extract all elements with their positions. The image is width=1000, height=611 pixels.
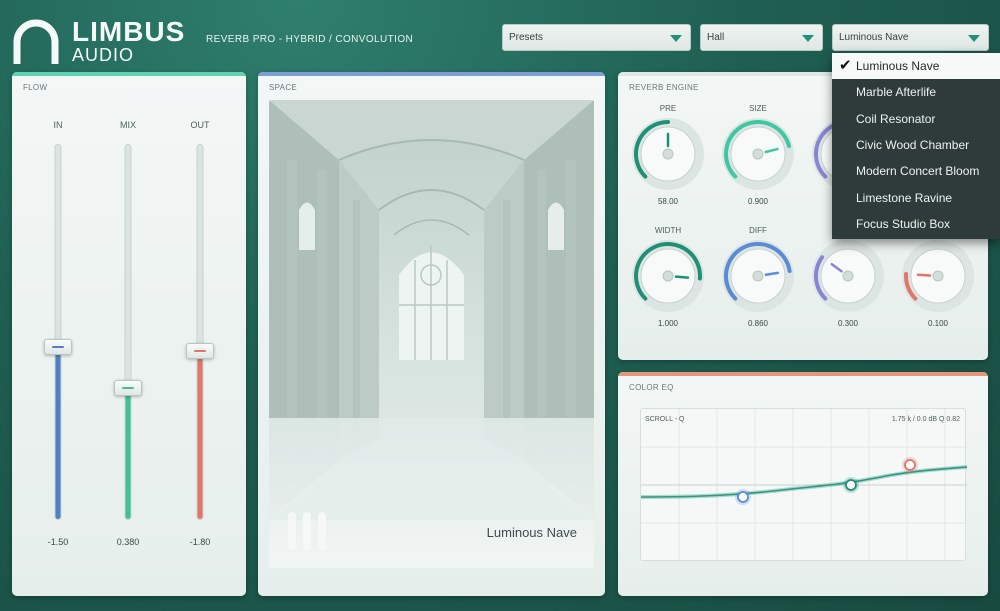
space-dropdown-menu: ✔ Luminous Nave Marble Afterlife Coil Re…	[832, 53, 1000, 239]
knob-7[interactable]	[898, 236, 978, 316]
menu-item-1[interactable]: Marble Afterlife	[832, 79, 1000, 105]
menu-item-4[interactable]: Modern Concert Bloom	[832, 158, 1000, 184]
menu-item-label: Coil Resonator	[856, 111, 936, 126]
fader-track-1[interactable]	[124, 144, 132, 520]
category-dropdown[interactable]: Hall	[700, 24, 823, 51]
fader-thumb-1[interactable]	[114, 380, 142, 397]
knob-0[interactable]	[628, 114, 708, 194]
menu-item-label: Civic Wood Chamber	[856, 137, 970, 152]
space-dropdown-label: Luminous Nave	[839, 32, 909, 43]
panel-accent-bar	[618, 372, 988, 376]
knob-pointer-7	[916, 273, 932, 277]
fader-thumb-mark	[194, 349, 206, 352]
menu-item-2[interactable]: Coil Resonator	[832, 106, 1000, 132]
menu-item-6[interactable]: Focus Studio Box	[832, 211, 1000, 237]
fader-thumb-mark	[52, 346, 64, 349]
knob-label-4: WIDTH	[654, 226, 682, 235]
space-panel-title: SPACE	[269, 83, 298, 92]
color-eq-panel: COLOR EQ SCROLL - Q 1.75 k / 0.0 dB Q 0.…	[618, 372, 988, 596]
eq-readout: 1.75 k / 0.0 dB Q 0.82	[891, 416, 960, 423]
chevron-down-icon	[670, 35, 682, 42]
pause-bars-icon[interactable]	[288, 512, 328, 552]
knob-value-6: 0.300	[837, 319, 859, 328]
reverb-engine-panel-title: REVERB ENGINE	[629, 83, 699, 92]
flow-panel-title: FLOW	[23, 83, 48, 92]
knob-value-0: 58.00	[657, 197, 679, 206]
knob-5[interactable]	[718, 236, 798, 316]
cathedral-image	[269, 100, 594, 568]
panel-accent-bar	[12, 72, 246, 76]
knob-4[interactable]	[628, 236, 708, 316]
eq-grid	[641, 409, 967, 562]
knob-pointer-4	[674, 275, 690, 279]
flow-panel: FLOW IN -1.50 MIX 0.380 OUT -1.80	[12, 72, 246, 596]
chevron-down-icon	[968, 35, 980, 42]
eq-graph[interactable]: SCROLL - Q 1.75 k / 0.0 dB Q 0.82	[640, 408, 967, 562]
presets-dropdown-label: Presets	[509, 32, 543, 43]
knob-label-5: DIFF	[749, 226, 767, 235]
menu-item-label: Modern Concert Bloom	[856, 164, 980, 179]
knob-label-0: PRE	[659, 104, 677, 113]
menu-item-label: Focus Studio Box	[856, 216, 951, 231]
fader-thumb-0[interactable]	[44, 339, 72, 356]
fader-value-2: -1.80	[189, 537, 211, 547]
fader-label-1: MIX	[119, 120, 137, 130]
knob-6[interactable]	[808, 236, 888, 316]
product-subtitle: REVERB PRO - HYBRID / CONVOLUTION	[206, 34, 414, 45]
fader-track-0[interactable]	[54, 144, 62, 520]
menu-item-5[interactable]: Limestone Ravine	[832, 185, 1000, 211]
panel-accent-bar	[258, 72, 605, 76]
brand-subname: AUDIO	[72, 45, 135, 65]
fader-fill-1	[125, 388, 131, 519]
space-name-label: Luminous Nave	[486, 525, 577, 540]
fader-fill-0	[55, 346, 61, 519]
checkmark-icon: ✔	[839, 57, 852, 74]
menu-item-label: Limestone Ravine	[856, 190, 953, 205]
fader-thumb-mark	[122, 387, 134, 390]
eq-node-high[interactable]	[901, 456, 919, 474]
chevron-down-icon	[802, 35, 814, 42]
limbus-logo-icon	[13, 19, 59, 64]
fader-label-2: OUT	[190, 120, 210, 130]
menu-item-label: Luminous Nave	[856, 59, 940, 73]
eq-node-mid[interactable]	[842, 476, 860, 494]
fader-value-1: 0.380	[116, 537, 140, 547]
color-eq-panel-title: COLOR EQ	[629, 383, 674, 392]
menu-item-0[interactable]: ✔ Luminous Nave	[832, 53, 1000, 79]
menu-item-label: Marble Afterlife	[856, 85, 937, 100]
knob-value-4: 1.000	[657, 319, 679, 328]
brand-name: LIMBUS	[72, 16, 186, 47]
knob-label-1: SIZE	[749, 104, 767, 113]
eq-scroll-hint: SCROLL - Q	[645, 416, 685, 423]
fader-label-0: IN	[53, 120, 63, 130]
eq-node-low[interactable]	[734, 488, 752, 506]
knob-value-5: 0.860	[747, 319, 769, 328]
fader-fill-2	[197, 350, 203, 519]
knob-1[interactable]	[718, 114, 798, 194]
space-panel: SPACE Luminous Nave	[258, 72, 605, 596]
menu-item-3[interactable]: Civic Wood Chamber	[832, 132, 1000, 158]
knob-value-7: 0.100	[927, 319, 949, 328]
space-dropdown[interactable]: Luminous Nave	[832, 24, 989, 51]
presets-dropdown[interactable]: Presets	[502, 24, 691, 51]
fader-thumb-2[interactable]	[186, 342, 214, 359]
knob-value-1: 0.900	[747, 197, 769, 206]
fader-track-2[interactable]	[196, 144, 204, 520]
category-dropdown-label: Hall	[707, 32, 725, 43]
fader-value-0: -1.50	[47, 537, 69, 547]
